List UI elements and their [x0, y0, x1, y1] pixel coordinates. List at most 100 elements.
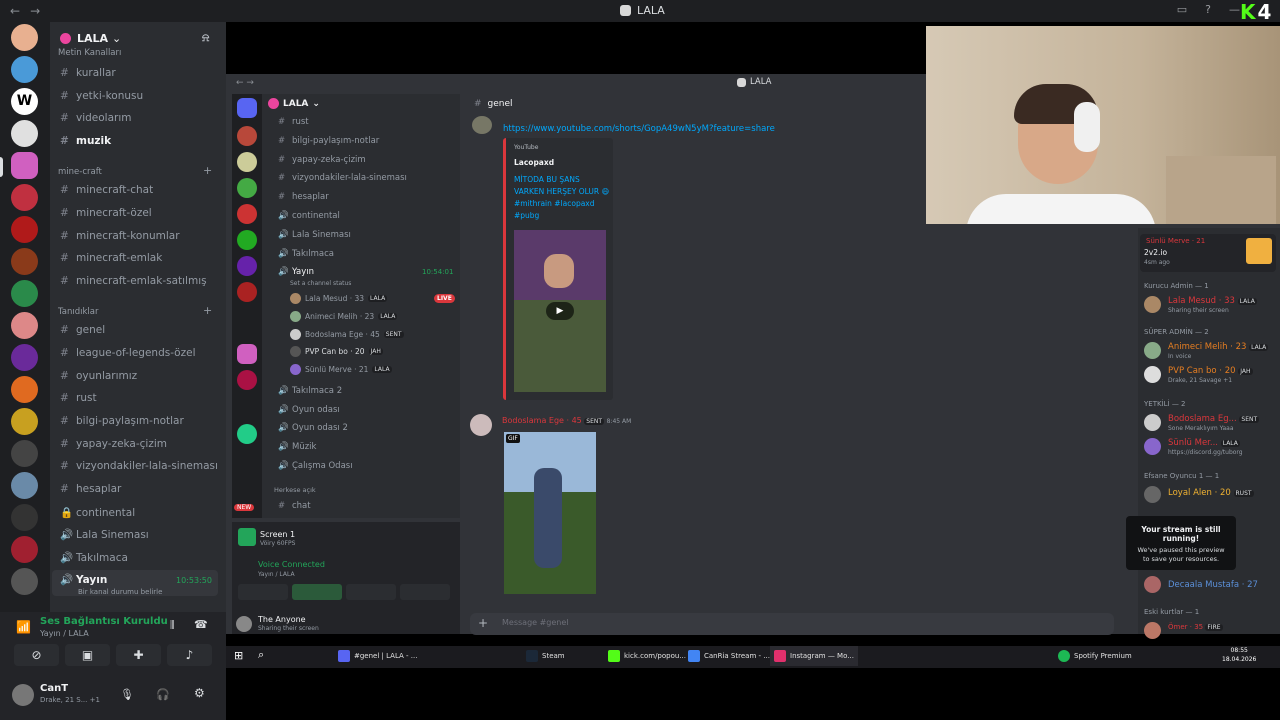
- selected-server-pill: [0, 157, 3, 177]
- server-icon[interactable]: [11, 408, 38, 435]
- channel-item[interactable]: # minecraft-chat: [60, 184, 153, 196]
- taskbar-item: Spotify Premium: [1058, 646, 1132, 666]
- microphone-icon[interactable]: 🎙: [120, 688, 134, 701]
- voice-status[interactable]: Ses Bağlantısı Kuruldu: [40, 616, 168, 627]
- discord-icon: [737, 77, 746, 87]
- disconnect-icon[interactable]: ☎: [194, 618, 208, 631]
- role-header: SÜPER ADMİN — 2: [1144, 328, 1209, 336]
- webcam-overlay: [926, 26, 1280, 224]
- screen-sub: Vöiry 60FPS: [260, 540, 296, 547]
- server-icon[interactable]: [11, 248, 38, 275]
- channel-item[interactable]: # oyunlarımız: [60, 370, 137, 382]
- server-icon: [237, 204, 257, 224]
- taskbar-item: #genel | LALA - ...: [338, 646, 417, 666]
- video-thumbnail: ▶: [514, 230, 606, 392]
- server-icon[interactable]: [11, 56, 38, 83]
- forward-arrow-icon[interactable]: →: [30, 4, 40, 18]
- server-icon[interactable]: [11, 280, 38, 307]
- kick-logo-overlay: K4: [1240, 0, 1272, 24]
- channel-item[interactable]: # genel: [60, 324, 105, 336]
- server-icon[interactable]: [11, 536, 38, 563]
- category-label: Metin Kanalları: [58, 48, 122, 58]
- soundboard-button[interactable]: ♪: [167, 644, 212, 666]
- inbox-icon[interactable]: ▭: [1177, 3, 1187, 16]
- category-label[interactable]: Tanıdıklar: [58, 307, 99, 317]
- username: CanT: [40, 683, 69, 694]
- server-icon[interactable]: [11, 568, 38, 595]
- avatar: [1144, 576, 1161, 593]
- search-icon: ⌕: [258, 648, 265, 661]
- channel-item[interactable]: # minecraft-konumlar: [60, 230, 180, 242]
- signal-icon: 📶: [16, 620, 31, 634]
- avatar: [1144, 296, 1161, 313]
- server-icon[interactable]: [11, 184, 38, 211]
- voice-location[interactable]: Yayın / LALA: [40, 629, 89, 638]
- channel-item[interactable]: # rust: [60, 392, 97, 404]
- member-status: Drake, 21 Savage +1: [1168, 377, 1233, 384]
- screenshare-button[interactable]: ▣: [65, 644, 110, 666]
- member-name: Decaala Mustafa · 27: [1168, 580, 1258, 590]
- voice-status: Voice Connected: [258, 560, 325, 569]
- channel-item[interactable]: # hesaplar: [60, 483, 121, 495]
- channel-item[interactable]: # minecraft-emlak: [60, 252, 162, 264]
- server-list: W: [0, 22, 50, 634]
- channel-item[interactable]: # bilgi-paylaşım-notlar: [60, 415, 184, 427]
- activities-button[interactable]: ✚: [116, 644, 161, 666]
- server-icon[interactable]: [11, 312, 38, 339]
- channel-status[interactable]: Bir kanal durumu belirle: [78, 588, 162, 596]
- channel-item[interactable]: # videolarım: [60, 112, 132, 124]
- server-icon[interactable]: [11, 472, 38, 499]
- channel-item[interactable]: # muzik: [60, 135, 111, 147]
- server-icon: [237, 152, 257, 172]
- back-arrow-icon[interactable]: ←: [10, 4, 20, 18]
- inner-server-header: LALA ⌄: [268, 98, 320, 109]
- screen-label: Screen 1: [260, 530, 296, 539]
- voice-channel: 🔊 Takılmaca 2: [278, 386, 343, 396]
- minimize-icon[interactable]: —: [1229, 3, 1240, 16]
- channel-item: # yapay-zeka-çizim: [278, 155, 366, 165]
- voice-channel[interactable]: 🔊 Takılmaca: [60, 551, 128, 564]
- speaker-icon: 🔊: [60, 574, 74, 586]
- channel-item[interactable]: # yapay-zeka-çizim: [60, 438, 167, 450]
- camera-off-button[interactable]: ⊘: [14, 644, 59, 666]
- server-icon[interactable]: [11, 376, 38, 403]
- voice-channel[interactable]: 🔊 Lala Sineması: [60, 528, 149, 541]
- noise-icon[interactable]: ⫼: [170, 620, 175, 631]
- channel-item[interactable]: # yetki-konusu: [60, 90, 143, 102]
- channel-item[interactable]: # vizyondakiler-lala-sineması: [60, 460, 218, 472]
- category-label[interactable]: mine-craft: [58, 167, 102, 177]
- window-title: LALA: [620, 4, 665, 17]
- embed-author: Lacopaxd: [514, 158, 555, 167]
- channel-item[interactable]: # minecraft-emlak-satılmış: [60, 275, 207, 287]
- channel-item[interactable]: # kurallar: [60, 67, 116, 79]
- channel-item: # bilgi-paylaşım-notlar: [278, 136, 380, 146]
- server-icon[interactable]: [11, 24, 38, 51]
- settings-gear-icon[interactable]: ⚙: [194, 686, 205, 700]
- server-icon-lala[interactable]: [11, 152, 38, 179]
- server-icon[interactable]: [11, 344, 38, 371]
- channel-item: # hesaplar: [278, 192, 329, 202]
- server-icon[interactable]: [11, 120, 38, 147]
- channel-status: Set a channel status: [290, 280, 352, 287]
- member-name: PVP Can bo · 20 JAH: [1168, 366, 1253, 376]
- server-icon[interactable]: [11, 216, 38, 243]
- server-icon[interactable]: [11, 504, 38, 531]
- channel-item[interactable]: # minecraft-özel: [60, 207, 152, 219]
- channel-item[interactable]: # league-of-legends-özel: [60, 347, 196, 359]
- headphones-icon[interactable]: 🎧: [156, 688, 170, 701]
- add-channel-icon[interactable]: +: [203, 304, 212, 317]
- add-channel-icon[interactable]: +: [203, 164, 212, 177]
- server-icon: [237, 230, 257, 250]
- channel-item-locked[interactable]: 🔒 continental: [60, 506, 135, 519]
- server-icon: [237, 256, 257, 276]
- game-thumbnail: [1246, 238, 1272, 264]
- screenshare-button: [292, 584, 342, 600]
- server-icon[interactable]: [11, 440, 38, 467]
- add-member-icon[interactable]: ⍾: [202, 31, 209, 45]
- user-panel: 📶 Ses Bağlantısı Kuruldu Yayın / LALA ⫼ …: [0, 612, 226, 720]
- avatar[interactable]: [12, 684, 34, 706]
- help-icon[interactable]: ?: [1205, 3, 1211, 16]
- channel-item: # vizyondakiler-lala-sineması: [278, 173, 407, 183]
- server-icon[interactable]: W: [11, 88, 38, 115]
- member-list: Sünlü Merve · 21 2v2.io 4sm ago Kurucu A…: [1138, 228, 1280, 639]
